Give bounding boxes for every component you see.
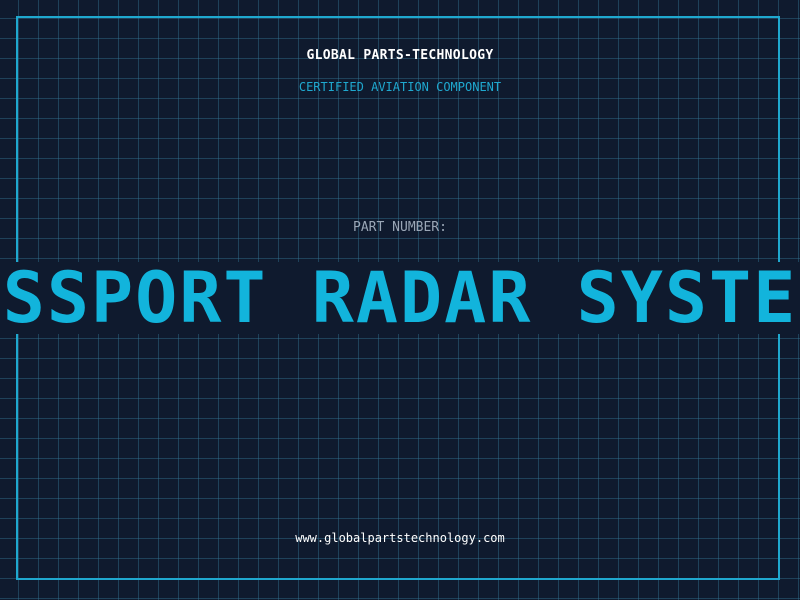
part-number-band: SSPORT RADAR SYSTE <box>0 262 800 334</box>
website-url[interactable]: www.globalpartstechnology.com <box>0 531 800 545</box>
certification-subtitle: CERTIFIED AVIATION COMPONENT <box>298 80 502 94</box>
company-name: GLOBAL PARTS-TECHNOLOGY <box>306 48 494 63</box>
part-number-label: PART NUMBER: <box>353 220 447 235</box>
part-number-value: SSPORT RADAR SYSTE <box>2 262 798 334</box>
part-card: GLOBAL PARTS-TECHNOLOGY CERTIFIED AVIATI… <box>0 0 800 600</box>
